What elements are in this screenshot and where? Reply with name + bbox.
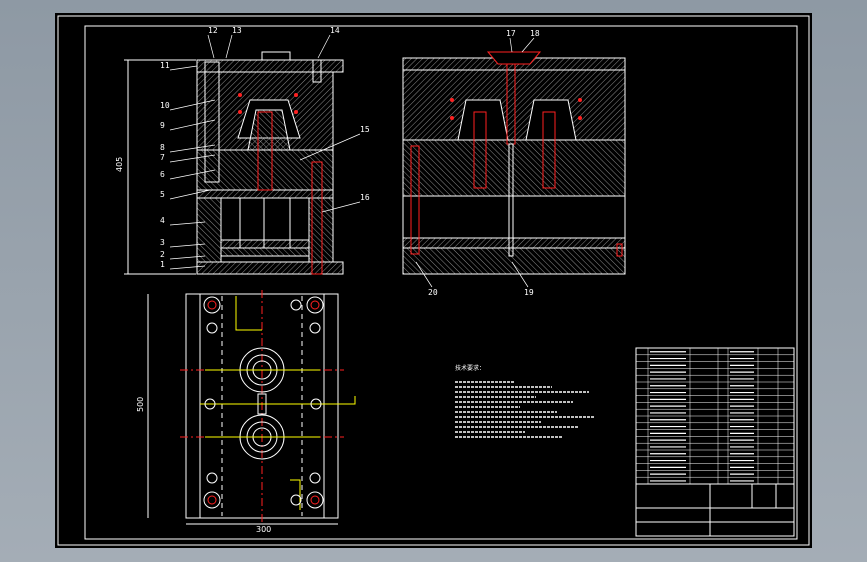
part-number-label: 8 [160,143,165,152]
r-ejector-plate [402,237,626,249]
left-spacer-block [196,197,222,263]
part-number-label: 3 [160,238,165,247]
cooling-channel [238,93,242,97]
part-number-label: 1 [160,260,165,269]
r-fixed-mold-plate [402,69,626,141]
part-number-label: 17 [506,29,516,38]
plan-width-dimension: 300 [256,525,271,534]
part-number-label: 5 [160,190,165,199]
right-section-view[interactable]: 17 18 19 20 [402,29,626,297]
r-cooling-channel [450,116,454,120]
part-number-label: 15 [360,125,370,134]
part-number-label: 9 [160,121,165,130]
bottom-clamp-plate [196,261,344,275]
r-cavity-right [525,99,577,141]
r-cooling-channel [578,98,582,102]
r-bottom-clamp-plate [402,247,626,275]
cad-viewport[interactable]: 405 1 2 3 4 5 6 7 8 9 10 11 12 13 14 15 16 17 18 19 20 [0,0,867,562]
cooling-channel [294,93,298,97]
height-dimension: 405 [115,157,124,172]
r-cavity-left [457,99,509,141]
notes-heading: 技术要求： [455,364,485,372]
bom-grid [636,348,794,484]
ejector-plate [220,247,310,257]
part-number-label: 2 [160,250,165,259]
cooling-channel [238,110,242,114]
right-spacer-block [308,197,334,263]
r-moving-mold-plate [402,139,626,197]
plan-height-dimension: 500 [136,397,145,412]
part-number-label: 6 [160,170,165,179]
part-number-label: 16 [360,193,370,202]
moving-mold-plate [196,149,334,191]
sprue-bush [261,51,291,61]
part-number-label: 20 [428,288,438,297]
part-number-label: 7 [160,153,165,162]
drawing-canvas[interactable]: 405 12345678910111213141516 17181920 [0,0,867,562]
part-number-label: 13 [232,26,242,35]
ejector-retainer-plate [220,239,310,249]
r-cooling-channel [450,98,454,102]
cooling-channel [294,110,298,114]
part-number-label: 4 [160,216,165,225]
part-number-label: 19 [524,288,534,297]
part-number-label: 11 [160,61,170,70]
part-number-label: 18 [530,29,540,38]
core-outline [247,109,291,151]
part-number-label: 14 [330,26,340,35]
support-plate [196,189,334,199]
part-number-label: 12 [208,26,218,35]
r-cooling-channel [578,116,582,120]
part-number-label: 10 [160,101,170,110]
